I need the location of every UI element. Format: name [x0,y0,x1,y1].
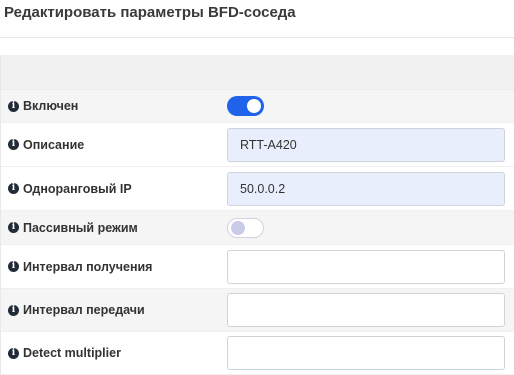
detect-multiplier-input[interactable] [227,336,505,370]
transmit-interval-label: i Интервал передачи [8,303,145,317]
enabled-label-text: Включен [23,99,79,113]
passive-mode-toggle[interactable] [227,217,264,238]
enabled-label: i Включен [8,99,78,113]
info-icon[interactable]: i [8,261,19,272]
detect-multiplier-label: i Detect multiplier [8,346,121,360]
bfd-neighbor-form: i Включен i Описание RTT-A420 i Одноранг… [0,55,514,375]
row-peer-ip: i Одноранговый IP 50.0.0.2 [1,167,514,211]
peer-ip-input[interactable]: 50.0.0.2 [227,171,505,206]
receive-interval-input[interactable] [227,249,505,284]
transmit-interval-label-text: Интервал передачи [23,303,145,317]
row-description: i Описание RTT-A420 [1,123,514,167]
description-input[interactable]: RTT-A420 [227,127,505,162]
enabled-toggle[interactable] [227,96,264,116]
transmit-interval-input[interactable] [227,293,505,327]
receive-interval-label: i Интервал получения [8,260,152,274]
peer-ip-label-text: Одноранговый IP [23,181,132,196]
info-icon[interactable]: i [8,183,19,194]
info-icon[interactable]: i [8,100,19,112]
info-icon[interactable]: i [8,347,19,359]
row-detect-multiplier: i Detect multiplier [1,332,514,375]
info-icon[interactable]: i [8,304,19,316]
row-enabled: i Включен [1,90,514,123]
detect-multiplier-label-text: Detect multiplier [23,346,121,360]
info-icon[interactable]: i [8,139,19,150]
table-header [1,55,514,90]
row-receive-interval: i Интервал получения [1,245,514,289]
description-label-text: Описание [23,137,85,152]
receive-interval-label-text: Интервал получения [23,259,153,274]
peer-ip-label: i Одноранговый IP [8,182,132,196]
description-label: i Описание [8,138,84,152]
toggle-knob [247,99,261,113]
passive-mode-label-text: Пассивный режим [23,220,138,235]
page-title: Редактировать параметры BFD-соседа [4,4,296,21]
dialog-header: Редактировать параметры BFD-соседа [0,0,514,38]
passive-mode-label: i Пассивный режим [8,221,138,235]
row-passive-mode: i Пассивный режим [1,211,514,245]
info-icon[interactable]: i [8,222,19,233]
toggle-knob [231,220,245,235]
row-transmit-interval: i Интервал передачи [1,289,514,332]
